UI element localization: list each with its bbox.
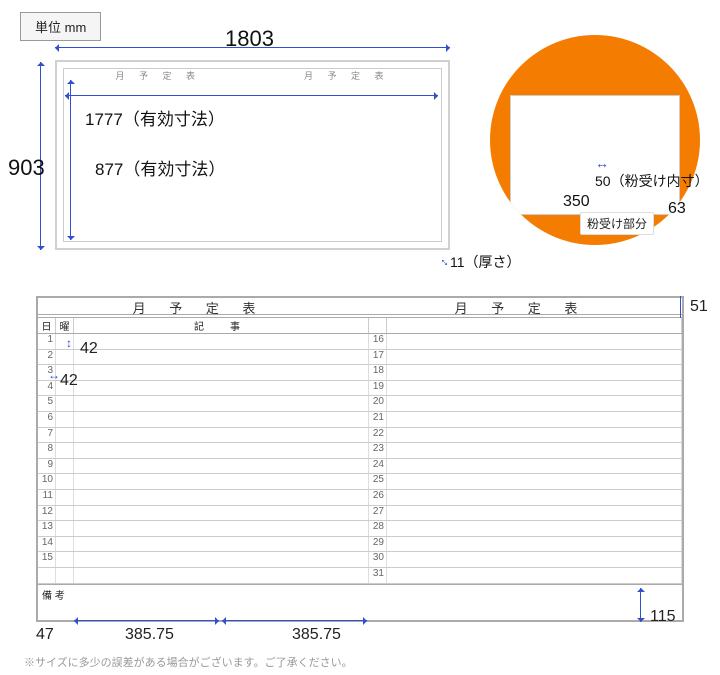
table-row: 31 (38, 568, 682, 584)
title-height-arrow (680, 296, 681, 318)
table-row: 722 (38, 428, 682, 444)
table-row: 1227 (38, 506, 682, 522)
eff-height-arrow (70, 80, 71, 240)
row-height-arrow-icon: ↕ (66, 336, 72, 350)
table-row: 621 (38, 412, 682, 428)
rest-header (387, 318, 682, 333)
table-row: 419 (38, 381, 682, 397)
tray-depth-dimension: 63 (668, 200, 686, 218)
col-b-dimension: 385.75 (125, 626, 174, 644)
day-width-dimension: 42 (60, 372, 78, 390)
table-row: 1429 (38, 537, 682, 553)
table-row: 217 (38, 350, 682, 366)
table-row: 1025 (38, 474, 682, 490)
col-b-arrow (74, 620, 219, 621)
board-header-right: 月 予 定 表 (253, 69, 442, 85)
width-dimension: 1803 (225, 26, 274, 52)
table-row: 823 (38, 443, 682, 459)
unit-label: 単位 mm (20, 12, 101, 41)
table-row: 1328 (38, 521, 682, 537)
col-a-dimension: 47 (36, 626, 54, 644)
memo-height-arrow (640, 588, 641, 622)
height-dimension: 903 (8, 155, 45, 181)
table-row: 1126 (38, 490, 682, 506)
table-row: 116 (38, 334, 682, 350)
table-row: 924 (38, 459, 682, 475)
eff-width-dimension: 1777（有効寸法） (85, 105, 225, 130)
memo-row: 備 考 (38, 584, 682, 618)
thickness-dimension: 11（厚さ） (450, 252, 521, 272)
day-width-arrow-icon: ↔ (48, 368, 60, 382)
footnote: ※サイズに多少の誤差がある場合がございます。ご了承ください。 (24, 654, 353, 670)
note-header: 記 事 (74, 318, 369, 333)
eff-height-dimension: 877（有効寸法） (95, 155, 225, 180)
schedule-table: 月 予 定 表 月 予 定 表 日 曜 記 事 1162173184195206… (36, 296, 684, 622)
table-row: 520 (38, 396, 682, 412)
sched-title-left: 月 予 定 表 (38, 298, 360, 314)
col-c-dimension: 385.75 (292, 626, 341, 644)
col-c-arrow (222, 620, 367, 621)
weekday-header: 曜 (56, 318, 74, 333)
table-row: 1530 (38, 552, 682, 568)
day-header: 日 (38, 318, 56, 333)
eff-width-arrow (65, 95, 438, 96)
memo-height-dimension: 115 (650, 608, 676, 626)
tray-label: 粉受け部分 (580, 212, 654, 235)
board-header-left: 月 予 定 表 (64, 69, 253, 85)
sched-title-right: 月 予 定 表 (360, 298, 682, 314)
title-height-dimension: 51 (690, 298, 708, 316)
table-row: 318 (38, 365, 682, 381)
tray-length-dimension: 350 (563, 193, 590, 211)
tray-inner-dimension: ↔ 50（粉受け内寸） (595, 155, 720, 191)
row-height-dimension: 42 (80, 340, 98, 358)
day-header-2 (369, 318, 387, 333)
